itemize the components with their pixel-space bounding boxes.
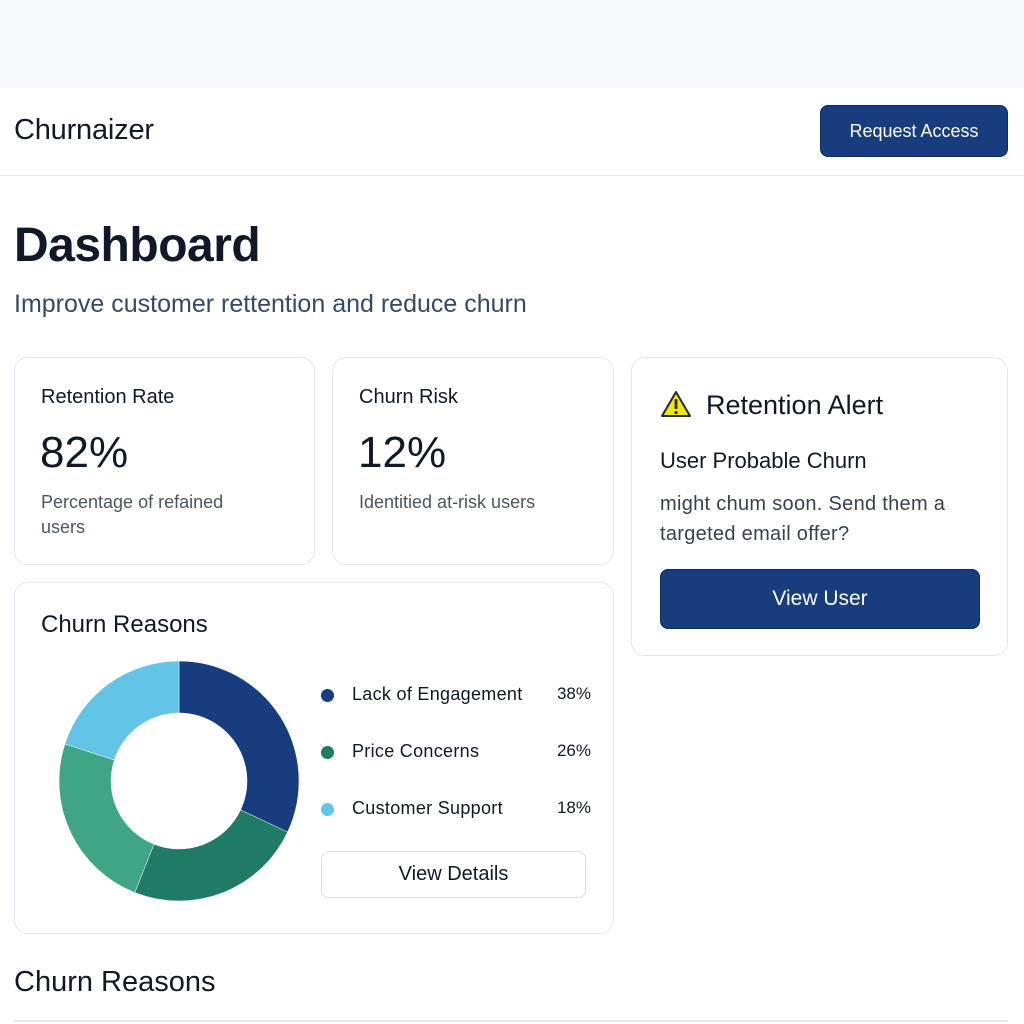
retention-rate-label: Retention Rate (41, 386, 175, 408)
page-subtitle: Improve customer rettention and reduce c… (14, 290, 527, 318)
alert-message: might chum soon. Send them a targeted em… (660, 493, 946, 545)
retention-rate-description: Percentage of refained users (41, 492, 224, 537)
legend-item-price-concerns: Price Concerns 26% (321, 740, 591, 764)
retention-alert-card: Retention Alert User Probable Churn migh… (631, 357, 1008, 656)
churn-reasons-title: Churn Reasons (41, 611, 208, 638)
alert-subtitle: User Probable Churn (660, 448, 867, 473)
donut-segment-0 (178, 661, 299, 833)
donut-segment-3 (64, 661, 180, 761)
warning-icon (661, 391, 691, 417)
legend-label: Lack of Engagement (352, 684, 523, 704)
view-user-button[interactable]: View User (660, 569, 980, 629)
legend-value: 26% (556, 741, 591, 760)
request-access-button[interactable]: Request Access (820, 105, 1008, 157)
legend-dot (321, 689, 334, 702)
legend-dot (321, 803, 334, 816)
legend-value: 38% (556, 684, 591, 703)
top-strip (0, 0, 1024, 88)
churn-risk-card: Churn Risk 12% Identitied at-risk users (332, 357, 614, 565)
alert-title: Retention Alert (706, 390, 884, 420)
legend-dot (321, 746, 334, 759)
donut-segment-1 (134, 809, 288, 901)
legend-item-lack-of-engagement: Lack of Engagement 38% (321, 683, 591, 707)
app-header: Churnaizer Request Access (0, 88, 1024, 176)
section-divider (14, 1020, 1008, 1022)
churn-risk-value: 12% (358, 428, 447, 477)
retention-rate-card: Retention Rate 82% Percentage of refaine… (14, 357, 315, 565)
legend-label: Price Concerns (352, 741, 480, 761)
churn-risk-description: Identitied at-risk users (359, 492, 536, 512)
view-details-button[interactable]: View Details (321, 851, 586, 898)
brand-name: Churnaizer (14, 114, 154, 146)
page-title: Dashboard (14, 219, 261, 272)
retention-rate-value: 82% (40, 428, 129, 477)
donut-segment-2 (59, 743, 155, 893)
legend-value: 18% (556, 798, 591, 817)
churn-reasons-donut-chart (59, 661, 299, 901)
churn-reasons-card: Churn Reasons Lack of Engagement 38% Pri… (14, 582, 614, 934)
legend-label: Customer Support (352, 798, 503, 818)
legend-item-customer-support: Customer Support 18% (321, 797, 591, 821)
section-title-churn-reasons: Churn Reasons (14, 966, 216, 998)
churn-risk-label: Churn Risk (359, 386, 458, 408)
